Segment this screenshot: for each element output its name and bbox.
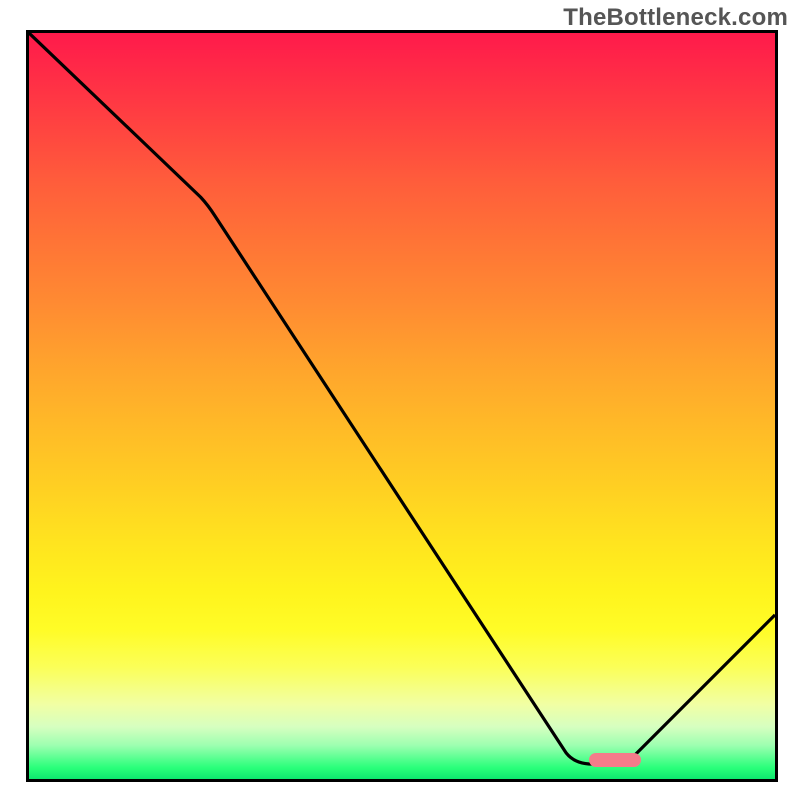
plot-area	[26, 30, 778, 782]
chart-container: TheBottleneck.com	[0, 0, 800, 800]
bottleneck-curve	[29, 33, 775, 779]
optimal-marker	[589, 753, 641, 767]
watermark-text: TheBottleneck.com	[563, 4, 788, 32]
